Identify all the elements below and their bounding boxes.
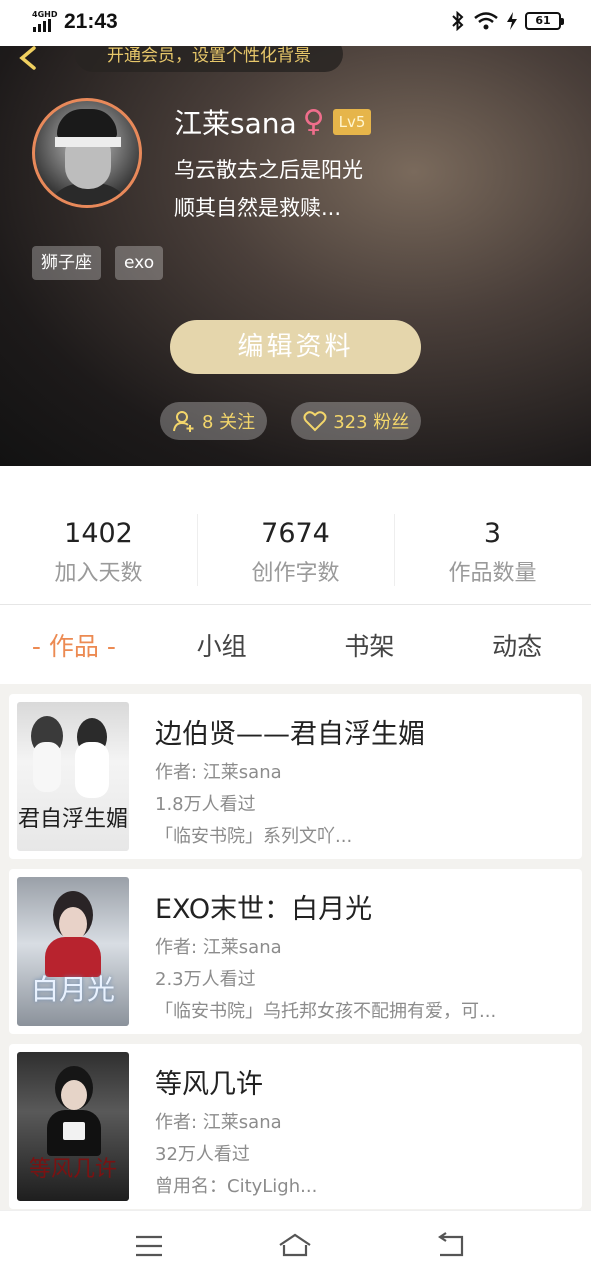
tag-zodiac: 狮子座 (32, 246, 101, 280)
work-description: 曾用名：CityLigh... (155, 1176, 318, 1197)
tab-works[interactable]: 作品 (0, 627, 148, 663)
tab-activity[interactable]: 动态 (443, 627, 591, 663)
following-count: 8 关注 (202, 412, 256, 433)
stat-label: 加入天数 (54, 561, 143, 586)
work-card[interactable]: 君自浮生媚 边伯贤——君自浮生媚 作者: 江莱sana 1.8万人看过 「临安书… (9, 694, 582, 859)
stat-value: 7674 (261, 518, 330, 549)
system-nav-bar (0, 1210, 591, 1280)
level-badge: Lv5 (332, 109, 372, 135)
following-button[interactable]: 8 关注 (160, 402, 268, 440)
bio-line: 乌云散去之后是阳光 (174, 158, 363, 182)
avatar[interactable] (32, 98, 142, 208)
stat-value: 1402 (64, 518, 133, 549)
vip-background-banner[interactable]: 开通会员，设置个性化背景 (75, 46, 343, 72)
network-type: 4GHD (32, 10, 58, 19)
tab-bookshelf[interactable]: 书架 (296, 627, 444, 663)
back-arrow-icon[interactable] (14, 46, 44, 76)
female-icon: ♀ (302, 104, 325, 139)
followers-count: 323 粉丝 (333, 412, 410, 433)
cover-title: 白月光 (30, 973, 115, 1006)
profile-tabs: 作品 小组 书架 动态 (0, 606, 591, 684)
home-icon[interactable] (278, 1231, 312, 1261)
followers-button[interactable]: 323 粉丝 (291, 402, 422, 440)
tab-groups[interactable]: 小组 (148, 627, 296, 663)
charging-icon (507, 12, 517, 30)
battery-level: 61 (535, 14, 551, 27)
stat-join-days: 1402 加入天数 (0, 466, 197, 606)
work-description: 「临安书院」系列文吖... (155, 826, 353, 847)
work-title[interactable]: 等风几许 (155, 1062, 263, 1101)
work-views: 32万人看过 (155, 1144, 250, 1165)
book-cover[interactable]: 白月光 (17, 877, 129, 1026)
stats-row: 1402 加入天数 7674 创作字数 3 作品数量 (0, 466, 591, 606)
work-views: 2.3万人看过 (155, 969, 256, 990)
signal-icon (33, 19, 51, 32)
work-description: 「临安书院」乌托邦女孩不配拥有爱，可... (155, 1001, 497, 1022)
stat-value: 3 (483, 518, 502, 549)
bio-line: 顺其自然是救赎... (174, 196, 342, 220)
stat-works-count: 3 作品数量 (394, 466, 591, 606)
back-icon[interactable] (434, 1231, 468, 1261)
wifi-icon (474, 12, 498, 30)
cover-title: 等风几许 (28, 1157, 117, 1182)
work-card[interactable]: 白月光 EXO末世：白月光 作者: 江莱sana 2.3万人看过 「临安书院」乌… (9, 869, 582, 1034)
book-cover[interactable]: 君自浮生媚 (17, 702, 129, 851)
stat-label: 创作字数 (251, 561, 340, 586)
work-author: 作者: 江莱sana (155, 762, 282, 783)
work-views: 1.8万人看过 (155, 794, 256, 815)
add-user-icon (173, 411, 194, 432)
work-card[interactable]: 等风几许 等风几许 作者: 江莱sana 32万人看过 曾用名：CityLigh… (9, 1044, 582, 1209)
tag-exo: exo (115, 246, 164, 280)
stat-word-count: 7674 创作字数 (197, 466, 394, 606)
heart-icon (303, 411, 327, 432)
status-bar: 4GHD 21:43 61 (0, 0, 591, 46)
clock: 21:43 (64, 10, 118, 33)
profile-header: 开通会员，设置个性化背景 江莱sana ♀ Lv5 乌云散去之后是阳光 顺其自然… (0, 46, 591, 466)
stat-label: 作品数量 (448, 561, 537, 586)
edit-profile-button[interactable]: 编辑资料 (170, 320, 421, 374)
work-author: 作者: 江莱sana (155, 1112, 282, 1133)
divider (0, 604, 591, 605)
bluetooth-icon (452, 11, 464, 31)
work-title[interactable]: 边伯贤——君自浮生媚 (155, 712, 425, 751)
work-title[interactable]: EXO末世：白月光 (155, 887, 372, 926)
battery-icon: 61 (525, 12, 564, 30)
book-cover[interactable]: 等风几许 (17, 1052, 129, 1201)
username: 江莱sana (174, 107, 297, 140)
cover-title: 君自浮生媚 (17, 807, 128, 832)
menu-icon[interactable] (132, 1231, 166, 1261)
work-author: 作者: 江莱sana (155, 937, 282, 958)
